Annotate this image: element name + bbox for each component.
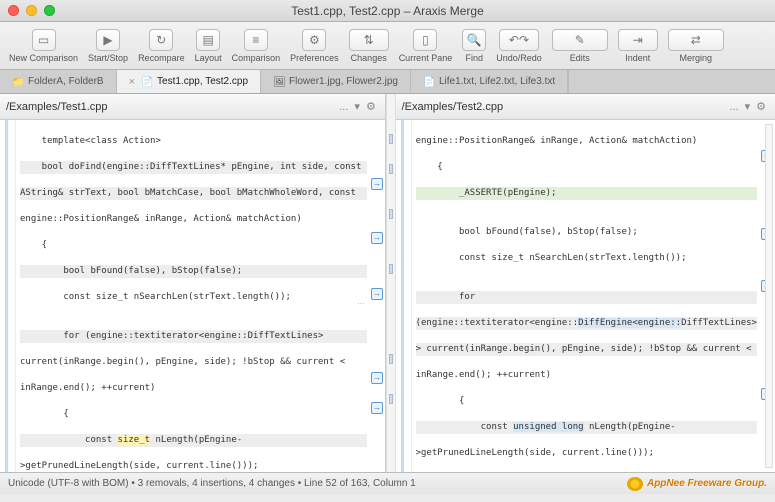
left-editor[interactable]: → → → → → template<class Action> bool do…: [0, 120, 385, 472]
startstop-button[interactable]: ▶Start/Stop: [85, 29, 131, 63]
current-pane-button[interactable]: ▯Current Pane: [396, 29, 456, 63]
ellipsis-icon: ...: [357, 296, 365, 306]
dropdown-icon[interactable]: ▾: [351, 100, 363, 113]
right-path: /Examples/Test2.cpp: [402, 101, 727, 113]
new-comparison-button[interactable]: ▭New Comparison: [6, 29, 81, 63]
preferences-button[interactable]: ⚙Preferences: [287, 29, 342, 63]
status-text: Unicode (UTF-8 with BOM) • 3 removals, 4…: [8, 478, 416, 489]
find-button[interactable]: 🔍Find: [459, 29, 489, 63]
sync-right-icon[interactable]: →: [371, 288, 383, 300]
folder-icon: 📁: [12, 77, 22, 87]
compare-split: /Examples/Test1.cpp ... ▾ ⚙ → → → → → te…: [0, 94, 775, 472]
file-icon: 📄: [141, 77, 151, 87]
right-editor[interactable]: ← ← ← ← ← engine::PositionRange& inRange…: [396, 120, 775, 472]
tab-life[interactable]: 📄Life1.txt, Life2.txt, Life3.txt: [411, 70, 568, 93]
indent-button[interactable]: ⇥Indent: [615, 29, 661, 63]
left-gutter: [0, 120, 16, 472]
sync-right-icon[interactable]: →: [371, 178, 383, 190]
titlebar: Test1.cpp, Test2.cpp – Araxis Merge: [0, 0, 775, 22]
tabbar: 📁FolderA, FolderB ×📄Test1.cpp, Test2.cpp…: [0, 70, 775, 94]
right-pane-header: /Examples/Test2.cpp ... ▾ ⚙: [396, 94, 775, 120]
right-pane: /Examples/Test2.cpp ... ▾ ⚙ ← ← ← ← ← en…: [396, 94, 775, 472]
right-gutter: [396, 120, 412, 472]
merging-button[interactable]: ⇄Merging: [665, 29, 727, 63]
sync-right-icon[interactable]: →: [371, 232, 383, 244]
image-icon: 🖼: [273, 77, 283, 87]
recompare-button[interactable]: ↻Recompare: [135, 29, 188, 63]
undo-redo-button[interactable]: ↶↷Undo/Redo: [493, 29, 545, 63]
left-pane: /Examples/Test1.cpp ... ▾ ⚙ → → → → → te…: [0, 94, 386, 472]
bee-icon: [627, 477, 643, 491]
left-sync-gutter: → → → → →: [369, 120, 385, 472]
zoom-icon[interactable]: [44, 5, 55, 16]
diff-connector: [386, 94, 396, 472]
left-code: template<class Action> bool doFind(engin…: [0, 120, 385, 472]
layout-button[interactable]: ▤Layout: [192, 29, 225, 63]
tab-folders[interactable]: 📁FolderA, FolderB: [0, 70, 117, 93]
tab-overflow[interactable]: [568, 70, 775, 93]
edits-button[interactable]: ✎Edits: [549, 29, 611, 63]
more-icon[interactable]: ...: [726, 101, 741, 113]
statusbar: Unicode (UTF-8 with BOM) • 3 removals, 4…: [0, 472, 775, 494]
sync-right-icon[interactable]: →: [371, 402, 383, 414]
comparison-button[interactable]: ≡Comparison: [229, 29, 284, 63]
window-title: Test1.cpp, Test2.cpp – Araxis Merge: [0, 4, 775, 18]
overview-ruler[interactable]: [765, 124, 773, 468]
sync-right-icon[interactable]: →: [371, 372, 383, 384]
gear-icon[interactable]: ⚙: [363, 100, 379, 113]
watermark: AppNee Freeware Group.: [627, 477, 767, 491]
left-path: /Examples/Test1.cpp: [6, 101, 336, 113]
close-icon[interactable]: [8, 5, 19, 16]
close-icon[interactable]: ×: [129, 76, 135, 88]
toolbar: ▭New Comparison ▶Start/Stop ↻Recompare ▤…: [0, 22, 775, 70]
minimize-icon[interactable]: [26, 5, 37, 16]
right-code: engine::PositionRange& inRange, Action& …: [396, 120, 775, 472]
left-pane-header: /Examples/Test1.cpp ... ▾ ⚙: [0, 94, 385, 120]
changes-button[interactable]: ⇅Changes: [346, 29, 392, 63]
gear-icon[interactable]: ⚙: [753, 100, 769, 113]
more-icon[interactable]: ...: [336, 101, 351, 113]
window-controls: [8, 5, 55, 16]
tab-test-cpp[interactable]: ×📄Test1.cpp, Test2.cpp: [117, 70, 261, 93]
tab-flower[interactable]: 🖼Flower1.jpg, Flower2.jpg: [261, 70, 411, 93]
dropdown-icon[interactable]: ▾: [742, 100, 754, 113]
file-icon: 📄: [423, 77, 433, 87]
